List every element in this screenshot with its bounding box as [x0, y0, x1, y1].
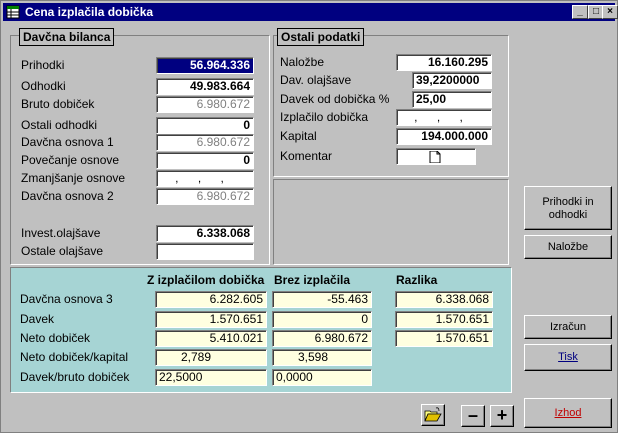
- davcna-osnova-3-c: 6.338.068: [395, 291, 493, 308]
- window: Cena izplačila dobička _ □ × Davčna bila…: [0, 0, 618, 433]
- open-folder-icon: [424, 407, 442, 422]
- invest-olajsave-field[interactable]: 6.338.068: [156, 225, 254, 242]
- dav-olajsave-field[interactable]: 39,2200000: [412, 72, 492, 89]
- izhod-button[interactable]: Izhod: [524, 398, 612, 428]
- neto-dobicek-kapital-a: 2,789: [155, 349, 267, 366]
- davek-b: 0: [272, 311, 372, 328]
- app-table-icon: [6, 5, 20, 19]
- minimize-button[interactable]: _: [572, 5, 588, 19]
- davcna-bilanca-title: Davčna bilanca: [19, 28, 115, 46]
- empty-panel: [273, 179, 509, 265]
- ostali-podatki-title: Ostali podatki: [277, 28, 365, 46]
- label-davek-bruto-dobicek: Davek/bruto dobiček: [20, 370, 130, 384]
- label-ostale-olajsave: Ostale olajšave: [21, 244, 104, 258]
- col-header-z-izplacilom: Z izplačilom dobička: [147, 273, 265, 287]
- window-title: Cena izplačila dobička: [25, 5, 154, 19]
- label-ostali-odhodki: Ostali odhodki: [21, 118, 98, 132]
- tisk-button[interactable]: Tisk: [524, 344, 612, 371]
- neto-dobicek-a: 5.410.021: [155, 330, 267, 347]
- label-komentar: Komentar: [280, 149, 333, 163]
- label-dav-olajsave: Dav. olajšave: [280, 73, 352, 87]
- label-prihodki: Prihodki: [21, 58, 65, 72]
- davek-bruto-dobicek-a: 22,5000: [155, 369, 267, 386]
- label-neto-dobicek-kapital: Neto dobiček/kapital: [20, 350, 129, 364]
- close-button[interactable]: ×: [602, 5, 618, 19]
- label-invest-olajsave: Invest.olajšave: [21, 226, 101, 240]
- plus-button[interactable]: +: [490, 405, 514, 427]
- kapital-field[interactable]: 194.000.000: [396, 128, 492, 145]
- label-nalozbe: Naložbe: [280, 55, 325, 69]
- label-kapital: Kapital: [280, 129, 317, 143]
- ostale-olajsave-field[interactable]: [156, 243, 254, 260]
- label-davek: Davek: [20, 312, 55, 326]
- label-neto-dobicek: Neto dobiček: [20, 331, 91, 345]
- maximize-icon: □: [592, 6, 600, 17]
- ostali-odhodki-field[interactable]: 0: [156, 117, 254, 134]
- label-povecanje-osnove: Povečanje osnove: [21, 153, 120, 167]
- povecanje-osnove-field[interactable]: 0: [156, 152, 254, 169]
- label-davcna-osnova-3: Davčna osnova 3: [20, 292, 113, 306]
- label-davek-od-dobicka: Davek od dobička %: [280, 92, 390, 106]
- neto-dobicek-kapital-b: 3,598: [272, 349, 372, 366]
- label-davcna-osnova-2: Davčna osnova 2: [21, 189, 114, 203]
- izplacilo-dobicka-field[interactable]: , , ,: [396, 109, 492, 126]
- odhodki-field[interactable]: 49.983.664: [156, 78, 254, 95]
- label-odhodki: Odhodki: [21, 79, 66, 93]
- izracun-button[interactable]: Izračun: [524, 315, 612, 339]
- komentar-field[interactable]: [396, 148, 476, 165]
- davek-a: 1.570.651: [155, 311, 267, 328]
- minimize-icon: _: [577, 6, 583, 17]
- davek-bruto-dobicek-b: 0,0000: [272, 369, 372, 386]
- nalozbe-field[interactable]: 16.160.295: [396, 54, 492, 71]
- davcna-osnova-2-field: 6.980.672: [156, 188, 254, 205]
- col-header-razlika: Razlika: [396, 273, 438, 287]
- davcna-osnova-1-field: 6.980.672: [156, 134, 254, 151]
- nalozbe-button[interactable]: Naložbe: [524, 235, 612, 259]
- davek-od-dobicka-field[interactable]: 25,00: [412, 91, 492, 108]
- neto-dobicek-c: 1.570.651: [395, 330, 493, 347]
- davcna-osnova-3-a: 6.282.605: [155, 291, 267, 308]
- davcna-osnova-3-b: -55.463: [272, 291, 372, 308]
- close-icon: ×: [607, 6, 613, 17]
- minus-button[interactable]: –: [461, 405, 485, 427]
- label-izplacilo-dobicka: Izplačilo dobička: [280, 110, 369, 124]
- bruto-dobicek-field: 6.980.672: [156, 96, 254, 113]
- memo-icon: [429, 151, 441, 163]
- open-folder-button[interactable]: [421, 404, 445, 426]
- neto-dobicek-b: 6.980.672: [272, 330, 372, 347]
- label-zmanjsanje-osnove: Zmanjšanje osnove: [21, 171, 126, 185]
- title-bar: Cena izplačila dobička _ □ ×: [3, 3, 618, 21]
- col-header-brez-izplacila: Brez izplačila: [274, 273, 351, 287]
- label-davcna-osnova-1: Davčna osnova 1: [21, 135, 114, 149]
- zmanjsanje-osnove-field[interactable]: , , ,: [156, 170, 254, 187]
- davek-c: 1.570.651: [395, 311, 493, 328]
- prihodki-field[interactable]: 56.964.336: [156, 57, 254, 74]
- label-bruto-dobicek: Bruto dobiček: [21, 97, 95, 111]
- prihodki-odhodki-button[interactable]: Prihodki in odhodki: [524, 186, 612, 230]
